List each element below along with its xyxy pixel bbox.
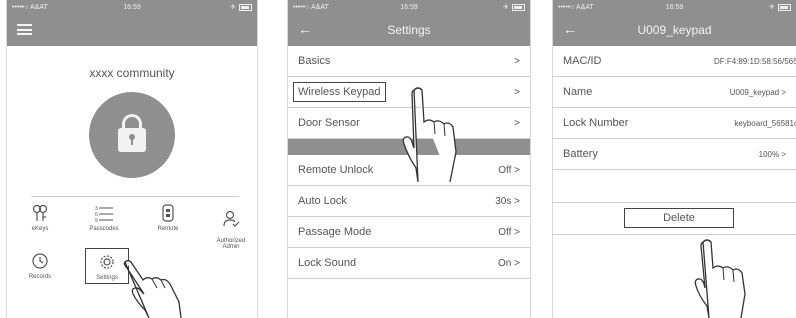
page-title: U009_keypad (637, 23, 712, 37)
padlock-icon (118, 128, 146, 152)
row-auto-lock[interactable]: Auto Lock 30s > (288, 186, 530, 217)
community-name: xxxx community (89, 66, 175, 80)
row-lock-sound[interactable]: Lock Sound On > (288, 248, 530, 279)
row-value: keyboard_56581c (734, 118, 796, 128)
chevron-right-icon: > (781, 87, 786, 97)
menu-label: Authorized Admin (216, 238, 246, 250)
nav-bar: ← U009_keypad (553, 14, 796, 46)
chevron-right-icon: > (514, 86, 520, 98)
back-arrow-icon[interactable]: ← (298, 21, 312, 37)
row-mac-id: MAC/ID DF:F4:89:1D:58:56/5655 (553, 46, 796, 77)
time-label: 16:59 (400, 3, 418, 11)
row-label: Auto Lock (298, 195, 347, 207)
battery-icon (239, 3, 252, 11)
row-label: Remote Unlock (298, 164, 374, 176)
delete-row: Delete (553, 203, 796, 235)
row-label: Basics (298, 55, 331, 67)
row-value: On (498, 257, 512, 269)
nav-bar (7, 14, 257, 46)
menu-label: Passcodes (89, 226, 119, 232)
key-icon (32, 204, 48, 221)
battery-icon (512, 3, 525, 11)
status-bar: •••••○ A&AT 16:59 ✈ (553, 0, 796, 14)
row-battery: Battery 100% > (553, 139, 796, 170)
delete-button[interactable]: Delete (624, 208, 734, 228)
row-value: Off (498, 226, 512, 238)
divider (31, 196, 239, 197)
row-label: Battery (563, 148, 598, 160)
menu-label: Remote (157, 226, 179, 232)
row-label: MAC/ID (563, 55, 602, 67)
page-title: Settings (387, 23, 431, 37)
row-lock-number: Lock Number keyboard_56581c (553, 108, 796, 139)
row-label: Wireless Keypad (293, 82, 386, 102)
row-value: DF:F4:89:1D:58:56/5655 (713, 56, 796, 66)
pointing-hand-icon (694, 239, 746, 318)
menu-authorized-admin[interactable]: Authorized Admin (202, 204, 257, 250)
home-screen: •••••○ A&AT 16:59 ✈ xxxx community eKeys (6, 0, 258, 318)
status-bar: •••••○ A&AT 16:59 ✈ (288, 0, 530, 14)
row-value: Off (498, 164, 512, 176)
menu-label: Records (28, 274, 52, 280)
row-passage-mode[interactable]: Passage Mode Off > (288, 217, 530, 248)
lock-button[interactable] (89, 92, 175, 178)
row-label: Name (563, 86, 593, 98)
chevron-right-icon: > (781, 149, 786, 159)
chevron-right-icon: > (514, 55, 520, 67)
row-basics[interactable]: Basics > (288, 46, 530, 77)
menu-label: Settings (96, 275, 118, 281)
chevron-right-icon: > (514, 117, 520, 129)
chevron-right-icon: > (514, 164, 520, 176)
menu-ekeys[interactable]: eKeys (11, 204, 69, 232)
keypad-detail-screen: •••••○ A&AT 16:59 ✈ ← U009_keypad MAC/ID… (552, 0, 796, 318)
menu-remote[interactable]: Remote (139, 204, 197, 232)
time-label: 16:59 (665, 3, 684, 11)
settings-screen: •••••○ A&AT 16:59 ✈ ← Settings Basics > … (287, 0, 531, 318)
bluetooth-icon: ✈ (230, 4, 236, 11)
row-label: Lock Sound (298, 257, 357, 269)
admin-icon (223, 210, 240, 227)
back-arrow-icon[interactable]: ← (563, 21, 577, 37)
records-icon (32, 253, 48, 269)
row-label: Door Sensor (298, 117, 360, 129)
remote-icon (162, 204, 174, 222)
row-value: 30s (495, 195, 512, 207)
chevron-right-icon: > (514, 257, 520, 269)
row-value: 100% (758, 149, 780, 159)
pointing-hand-icon (123, 259, 182, 318)
row-label: Passage Mode (298, 226, 372, 238)
chevron-right-icon: > (514, 195, 520, 207)
status-bar: •••••○ A&AT 16:59 ✈ (7, 0, 257, 14)
row-name[interactable]: Name U009_keypad > (553, 77, 796, 108)
time-label: 16:59 (123, 3, 141, 11)
hamburger-menu-icon[interactable] (17, 24, 32, 35)
menu-label: eKeys (31, 226, 49, 232)
spacer-row (553, 170, 796, 203)
pointing-hand-icon (402, 87, 457, 182)
row-value: U009_keypad (729, 87, 780, 97)
row-label: Lock Number (563, 117, 629, 129)
battery-icon (778, 3, 791, 11)
menu-passcodes[interactable]: 3 6 9 Passcodes (75, 204, 133, 232)
bluetooth-icon: ✈ (503, 4, 509, 11)
svg-text:9: 9 (95, 218, 98, 222)
settings-gear-icon (100, 255, 114, 269)
passcode-icon: 3 6 9 (95, 206, 113, 222)
bluetooth-icon: ✈ (769, 4, 775, 11)
chevron-right-icon: > (514, 226, 520, 238)
nav-bar: ← Settings (288, 14, 530, 46)
menu-records[interactable]: Records (11, 252, 69, 280)
